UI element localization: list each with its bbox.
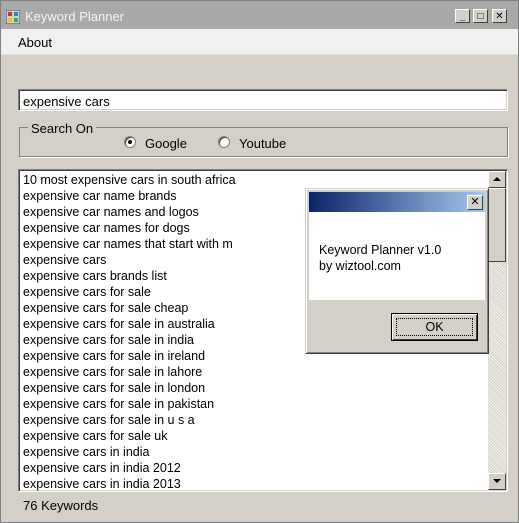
- minimize-button[interactable]: _: [455, 9, 470, 23]
- ok-button-label: OK: [396, 318, 473, 336]
- close-button[interactable]: ✕: [492, 9, 507, 23]
- list-item[interactable]: expensive cars for sale in pakistan: [23, 396, 485, 412]
- scroll-thumb[interactable]: [488, 188, 506, 262]
- scroll-down-button[interactable]: [488, 473, 506, 490]
- list-item[interactable]: expensive cars for sale in u s a: [23, 412, 485, 428]
- list-item[interactable]: expensive cars for sale uk: [23, 428, 485, 444]
- arrow-up-icon: [493, 177, 501, 181]
- menu-item-about[interactable]: About: [18, 35, 52, 50]
- ok-button[interactable]: OK: [391, 313, 478, 341]
- arrow-down-icon: [493, 479, 501, 483]
- dialog-app-version: Keyword Planner v1.0: [319, 243, 442, 257]
- dialog-author: by wiztool.com: [319, 259, 401, 273]
- list-item[interactable]: expensive cars for sale in lahore: [23, 364, 485, 380]
- vertical-scrollbar[interactable]: [488, 171, 506, 490]
- keyword-count-status: 76 Keywords: [23, 498, 99, 513]
- list-item[interactable]: 10 most expensive cars in south africa: [23, 172, 485, 188]
- dialog-title-bar[interactable]: ✕: [309, 192, 485, 212]
- list-item[interactable]: expensive cars in india 2012: [23, 460, 485, 476]
- list-item[interactable]: expensive cars in india: [23, 444, 485, 460]
- radio-youtube-label[interactable]: Youtube: [239, 136, 286, 151]
- radio-google[interactable]: [124, 136, 136, 148]
- radio-selected-dot: [128, 140, 132, 144]
- main-window: Keyword Planner _ □ ✕ About expensive ca…: [0, 0, 519, 523]
- app-icon: [5, 9, 21, 25]
- about-dialog: ✕ Keyword Planner v1.0 by wiztool.com OK: [305, 188, 489, 354]
- scroll-up-button[interactable]: [488, 171, 506, 188]
- radio-google-label[interactable]: Google: [145, 136, 187, 151]
- search-input[interactable]: expensive cars: [18, 89, 508, 111]
- dialog-close-button[interactable]: ✕: [467, 195, 483, 210]
- radio-youtube[interactable]: [218, 136, 230, 148]
- search-on-legend: Search On: [28, 121, 97, 136]
- title-bar[interactable]: Keyword Planner _ □ ✕: [1, 1, 518, 29]
- search-on-group: Search On Google Youtube: [19, 121, 508, 157]
- dialog-body: Keyword Planner v1.0 by wiztool.com: [309, 212, 485, 300]
- window-title: Keyword Planner: [25, 9, 124, 24]
- menu-bar: About: [1, 29, 518, 55]
- maximize-button[interactable]: □: [473, 9, 488, 23]
- list-item[interactable]: expensive cars for sale in london: [23, 380, 485, 396]
- list-item[interactable]: expensive cars in india 2013: [23, 476, 485, 491]
